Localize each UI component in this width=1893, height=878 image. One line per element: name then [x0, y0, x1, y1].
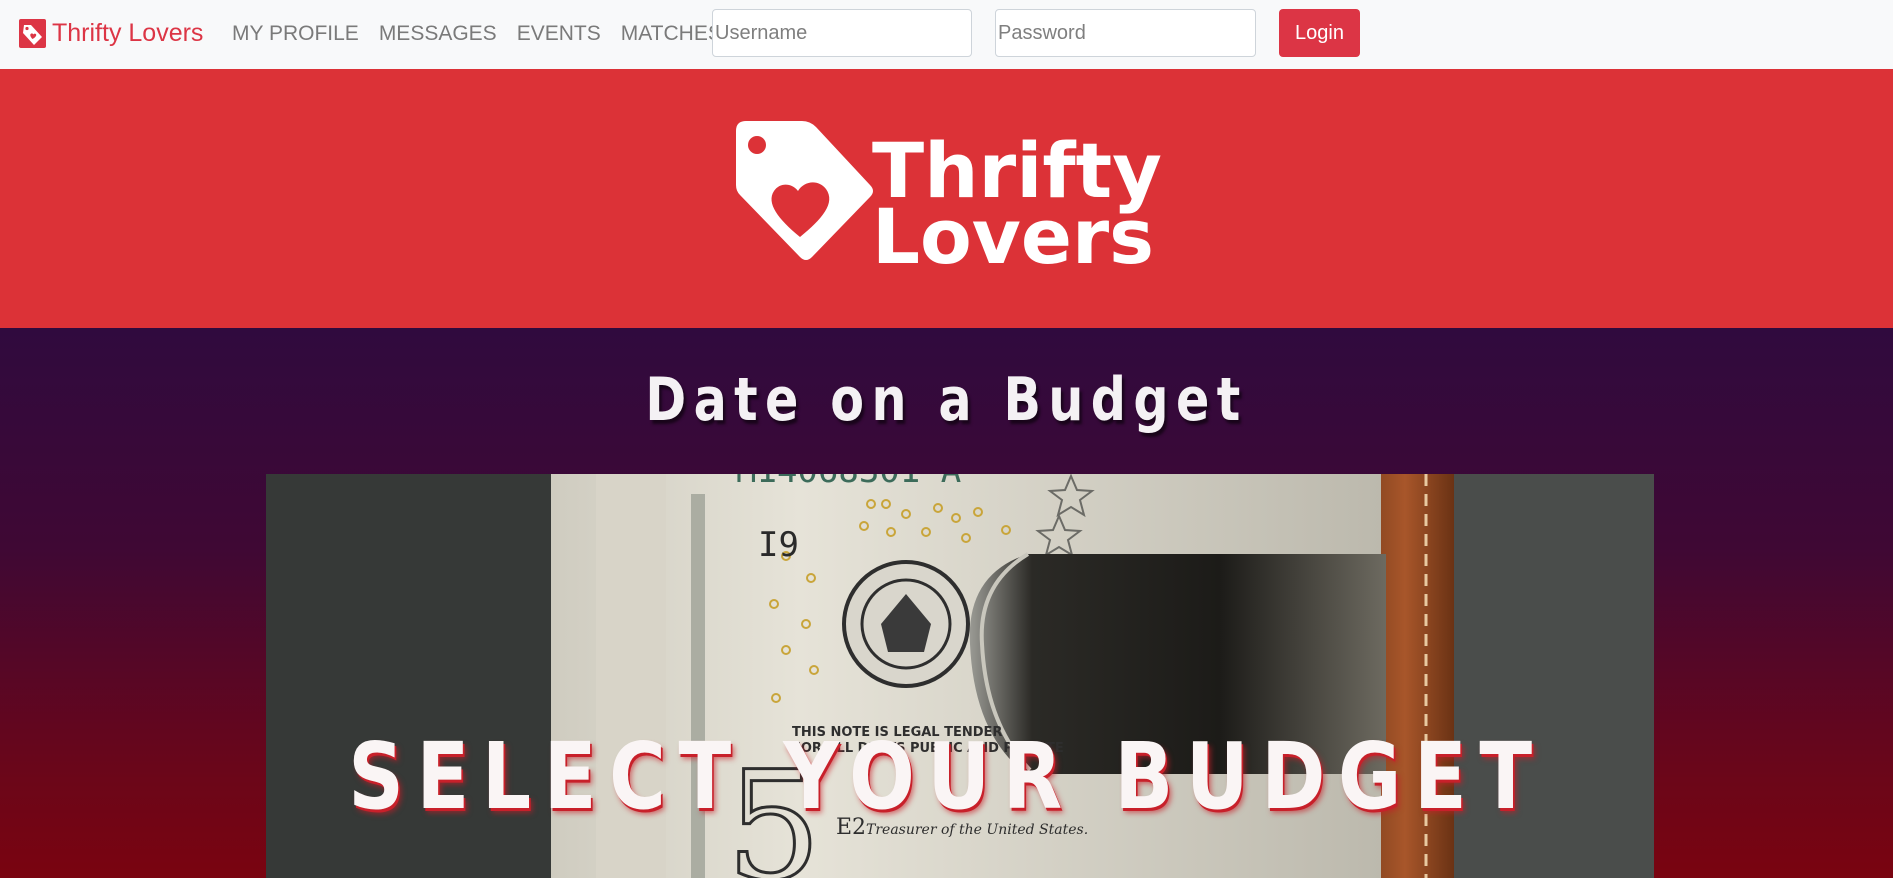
price-tag-heart-icon: [19, 19, 46, 48]
nav-link-events[interactable]: EVENTS: [517, 21, 601, 47]
brand-name: Thrifty Lovers: [52, 19, 204, 47]
navbar: Thrifty Lovers MY PROFILE MESSAGES EVENT…: [0, 0, 1893, 69]
nav-links: MY PROFILE MESSAGES EVENTS MATCHES: [232, 21, 742, 47]
logo-word-lovers: Lovers: [872, 192, 1154, 265]
brand-link[interactable]: Thrifty Lovers: [19, 19, 203, 48]
login-button[interactable]: Login: [1279, 9, 1360, 57]
select-budget-heading: SELECT YOUR BUDGET: [348, 723, 1545, 830]
nav-link-my-profile[interactable]: MY PROFILE: [232, 21, 359, 47]
thrifty-lovers-logo: Thrifty Lovers: [736, 121, 1162, 265]
page-headline: Date on a Budget: [645, 365, 1248, 435]
nav-link-matches[interactable]: MATCHES: [621, 21, 722, 47]
username-input[interactable]: [712, 9, 972, 57]
svg-text:M14068301 A: M14068301 A: [736, 474, 961, 491]
price-tag-heart-icon: [736, 121, 873, 260]
password-input[interactable]: [995, 9, 1256, 57]
nav-link-messages[interactable]: MESSAGES: [379, 21, 497, 47]
svg-text:I9: I9: [758, 525, 799, 565]
